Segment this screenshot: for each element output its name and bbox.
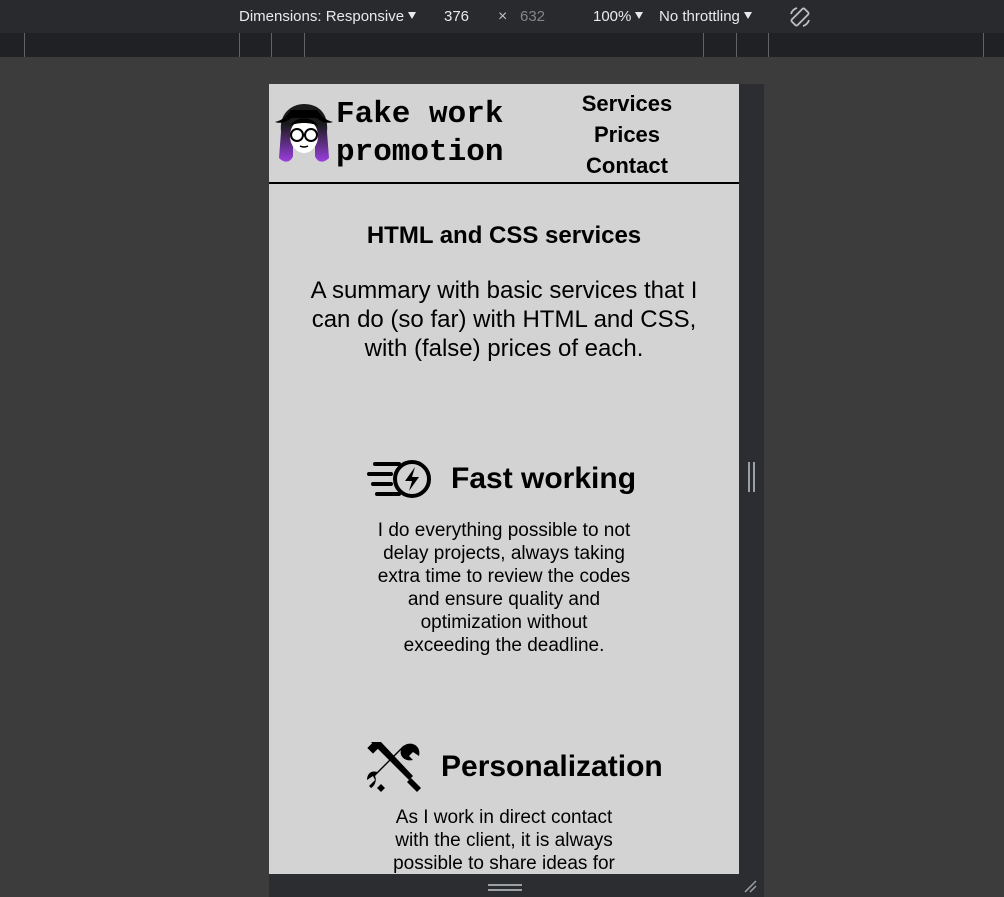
devtools-toolbar: Dimensions: Responsive 376 × 632 100% No… bbox=[0, 0, 1004, 33]
zoom-dropdown[interactable]: 100% bbox=[593, 8, 644, 25]
feature-fast-working: Fast working bbox=[367, 458, 636, 500]
nav-link-prices[interactable]: Prices bbox=[561, 119, 693, 150]
site-header: Fake work promotion Services Prices Cont… bbox=[269, 84, 739, 184]
tools-icon bbox=[367, 742, 421, 792]
section-title: HTML and CSS services bbox=[366, 222, 642, 249]
throttling-label: No throttling bbox=[659, 8, 740, 25]
feature-personalization: Personalization bbox=[367, 740, 663, 794]
chevron-down-icon bbox=[743, 11, 752, 19]
feature-description: As I work in direct contact with the cli… bbox=[393, 807, 615, 874]
dimensions-dropdown[interactable]: Dimensions: Responsive bbox=[239, 8, 417, 25]
nav-link-contact[interactable]: Contact bbox=[561, 150, 693, 181]
height-input[interactable]: 632 bbox=[520, 8, 545, 25]
dimensions-label: Dimensions: Responsive bbox=[239, 8, 405, 25]
feature-title: Personalization bbox=[441, 750, 663, 783]
media-query-ruler[interactable] bbox=[0, 33, 1004, 58]
resize-corner-icon[interactable] bbox=[743, 879, 757, 893]
chevron-down-icon bbox=[635, 11, 644, 19]
width-input[interactable]: 376 bbox=[444, 8, 469, 25]
speed-bolt-icon bbox=[367, 460, 431, 498]
throttling-dropdown[interactable]: No throttling bbox=[659, 8, 752, 25]
viewport-resize-handle-right[interactable] bbox=[739, 84, 764, 874]
nav-link-services[interactable]: Services bbox=[561, 88, 693, 119]
feature-description: I do everything possible to not delay pr… bbox=[377, 520, 631, 656]
avatar-logo-icon bbox=[275, 104, 333, 162]
feature-title: Fast working bbox=[451, 462, 637, 495]
brand-title[interactable]: Fake work promotion bbox=[336, 96, 536, 172]
zoom-label: 100% bbox=[593, 8, 632, 25]
viewport-resize-handle-bottom[interactable] bbox=[269, 874, 764, 897]
main-nav: Services Prices Contact bbox=[561, 88, 693, 181]
emulated-viewport: Fake work promotion Services Prices Cont… bbox=[269, 84, 739, 874]
chevron-down-icon bbox=[408, 11, 417, 19]
times-symbol: × bbox=[498, 8, 508, 25]
rotate-icon[interactable] bbox=[788, 5, 812, 29]
services-summary: A summary with basic services that I can… bbox=[310, 277, 698, 362]
